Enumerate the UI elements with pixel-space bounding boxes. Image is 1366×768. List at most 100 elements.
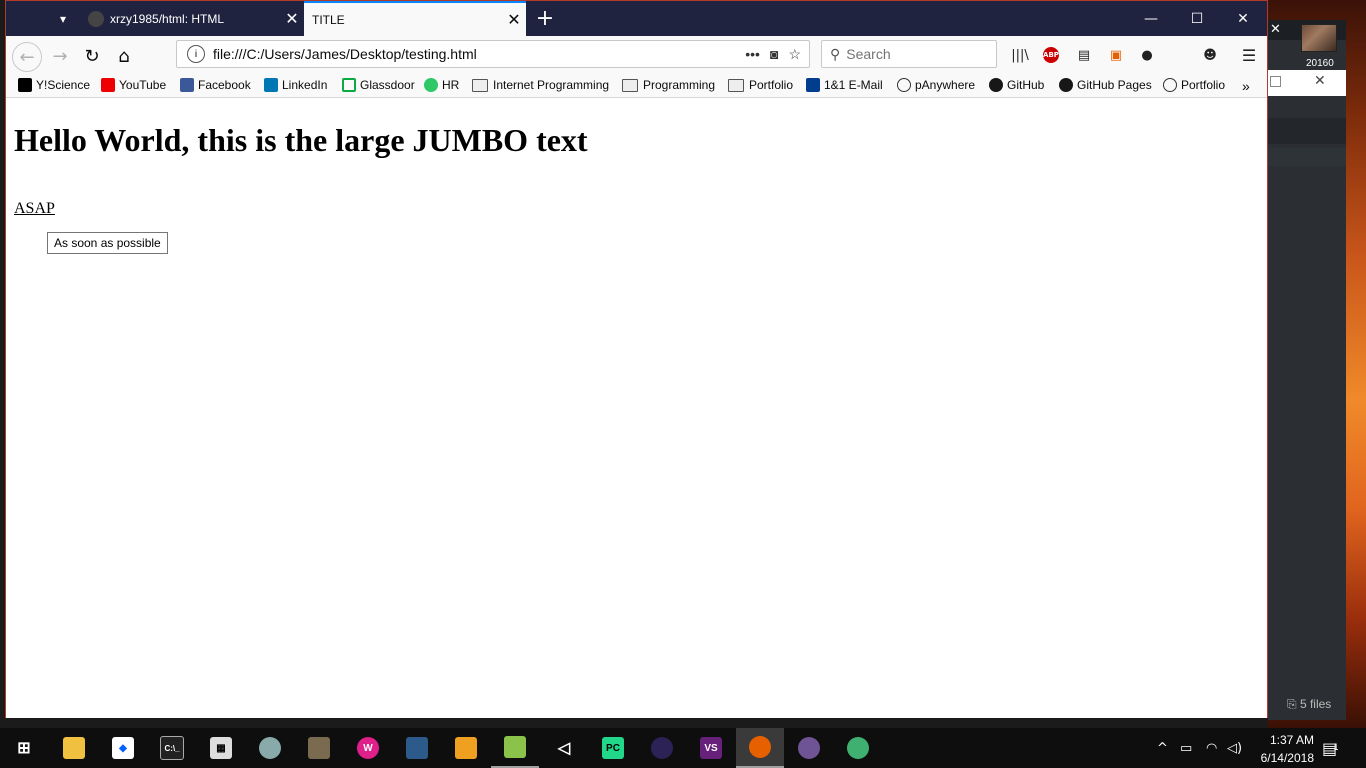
clock-time: 1:37 AM [1269,733,1314,747]
background-close-icon[interactable]: ✕ [1270,22,1281,37]
menu-hamburger-icon[interactable]: ☰ [1238,44,1260,66]
bookmark-item[interactable]: Glassdoor [342,78,415,92]
tab-list-chevron-icon[interactable]: ▾ [46,1,80,36]
background-window [1268,20,1346,720]
youtube-icon [101,78,115,92]
github-icon [989,78,1003,92]
pocket-icon[interactable]: ◙ [770,46,778,63]
bookmark-item[interactable]: Y!Science [18,78,90,92]
desktop-thumbnail-label: 20160 [1306,58,1334,69]
bookmarks-toolbar: Y!Science YouTube Facebook LinkedIn Glas… [6,74,1267,98]
visual-studio-icon[interactable]: VS [687,728,735,768]
bookmark-item[interactable]: pAnywhere [897,78,975,92]
bookmark-item[interactable]: Programming [622,78,715,92]
firefox-icon[interactable] [736,728,784,768]
bookmark-item[interactable]: Portfolio [728,78,793,92]
browser-window: ▾ xrzy1985/html: HTML ✕ TITLE ✕ + — ☐ ✕ … [5,0,1268,718]
taskbar: ⊞ ◆ C:\_ ▦ W ◁ PC VS ^ ▭ ◠ ◁) ▤ 1 [0,728,1366,768]
glassdoor-icon [342,78,356,92]
site-info-icon[interactable]: i [187,45,205,63]
bookmark-item[interactable]: GitHub [989,78,1044,92]
notifications-icon[interactable]: ▤ 1 [1322,728,1339,768]
user-avatar-icon[interactable]: ☻ [1199,44,1221,66]
search-icon: ⚲ [830,45,841,62]
tab-title[interactable]: TITLE ✕ [304,1,526,36]
wifi-icon[interactable]: ◠ [1206,728,1217,768]
paint-icon[interactable] [246,728,294,768]
page-content: Hello World, this is the large JUMBO tex… [6,98,1267,718]
tab-close-icon[interactable]: ✕ [502,10,526,30]
screenshot-icon[interactable]: ▣ [1105,44,1127,66]
bookmark-item[interactable]: LinkedIn [264,78,327,92]
hackerrank-icon [424,78,438,92]
bookmark-item[interactable]: GitHub Pages [1059,78,1152,92]
eclipse-icon[interactable] [638,728,686,768]
library-icon[interactable]: |||\ [1009,44,1031,66]
notepad-plus-plus-icon[interactable] [491,728,539,768]
folder-icon [622,78,638,92]
background-maximize-icon[interactable] [1270,76,1281,87]
search-input[interactable]: ⚲ Search [821,40,997,68]
github-desktop-icon[interactable] [785,728,833,768]
linkedin-icon [264,78,278,92]
start-windows-icon[interactable]: ⊞ [0,728,48,768]
gimp-icon[interactable] [295,728,343,768]
maximize-icon[interactable]: ☐ [1174,1,1220,36]
bookmark-item[interactable]: YouTube [101,78,166,92]
bookmark-item[interactable]: Portfolio [1163,78,1225,92]
navigation-toolbar: ← → ↻ ⌂ i file:///C:/Users/James/Desktop… [6,36,1267,74]
url-bar[interactable]: i file:///C:/Users/James/Desktop/testing… [176,40,810,68]
folder-icon [728,78,744,92]
reload-icon[interactable]: ↻ [78,42,106,70]
mysql-workbench-icon[interactable] [393,728,441,768]
dropbox-icon[interactable]: ◆ [99,728,147,768]
minimize-icon[interactable]: — [1128,1,1174,36]
page-actions-icon[interactable]: ••• [745,46,760,63]
bookmark-item[interactable]: Facebook [180,78,251,92]
tab-label: xrzy1985/html: HTML [110,11,225,26]
panywhere-icon [897,78,911,92]
extension-icon[interactable]: ● [1136,44,1158,66]
search-placeholder: Search [846,46,891,62]
reader-view-icon[interactable]: ▤ [1073,44,1095,66]
unity-icon[interactable]: ◁ [540,728,588,768]
bookmarks-overflow-chevron-icon[interactable]: » [1242,78,1250,94]
tab-github[interactable]: xrzy1985/html: HTML ✕ [80,1,304,36]
background-window-close-icon[interactable]: ✕ [1314,73,1326,89]
forward-arrow-icon[interactable]: → [46,42,74,70]
file-explorer-icon[interactable] [50,728,98,768]
abbreviation[interactable]: ASAP [14,200,55,218]
tab-close-icon[interactable]: ✕ [280,9,304,29]
1and1-icon [806,78,820,92]
close-window-icon[interactable]: ✕ [1220,1,1266,36]
desktop-thumbnail[interactable] [1301,24,1337,52]
xampp-icon[interactable] [442,728,490,768]
wamp-icon[interactable]: W [344,728,392,768]
github-icon [88,10,104,27]
y-science-icon [18,78,32,92]
show-hidden-icons-chevron-icon[interactable]: ^ [1157,728,1168,768]
atom-icon[interactable] [834,728,882,768]
bookmark-item[interactable]: 1&1 E-Mail [806,78,883,92]
bookmark-item[interactable]: Internet Programming [472,78,609,92]
title-bar: ▾ xrzy1985/html: HTML ✕ TITLE ✕ + — ☐ ✕ [6,1,1267,36]
bookmark-star-icon[interactable]: ☆ [788,46,801,63]
clock[interactable]: 1:37 AM 6/14/2018 [1248,731,1314,767]
globe-icon [1163,78,1177,92]
battery-icon[interactable]: ▭ [1180,728,1192,768]
bookmark-item[interactable]: HR [424,78,459,92]
volume-icon[interactable]: ◁) [1227,728,1242,768]
tab-label: TITLE [312,12,345,27]
home-icon[interactable]: ⌂ [110,42,138,70]
back-arrow-icon[interactable]: ← [12,42,42,72]
adblock-plus-icon[interactable]: ABP [1043,47,1059,63]
url-text[interactable]: file:///C:/Users/James/Desktop/testing.h… [213,46,745,62]
calculator-icon[interactable]: ▦ [197,728,245,768]
pycharm-icon[interactable]: PC [589,728,637,768]
github-icon [1059,78,1073,92]
terminal-icon[interactable]: C:\_ [148,728,196,768]
abbreviation-tooltip: As soon as possible [47,232,168,254]
facebook-icon [180,78,194,92]
page-heading: Hello World, this is the large JUMBO tex… [14,122,588,158]
new-tab-plus-icon[interactable]: + [532,1,558,36]
